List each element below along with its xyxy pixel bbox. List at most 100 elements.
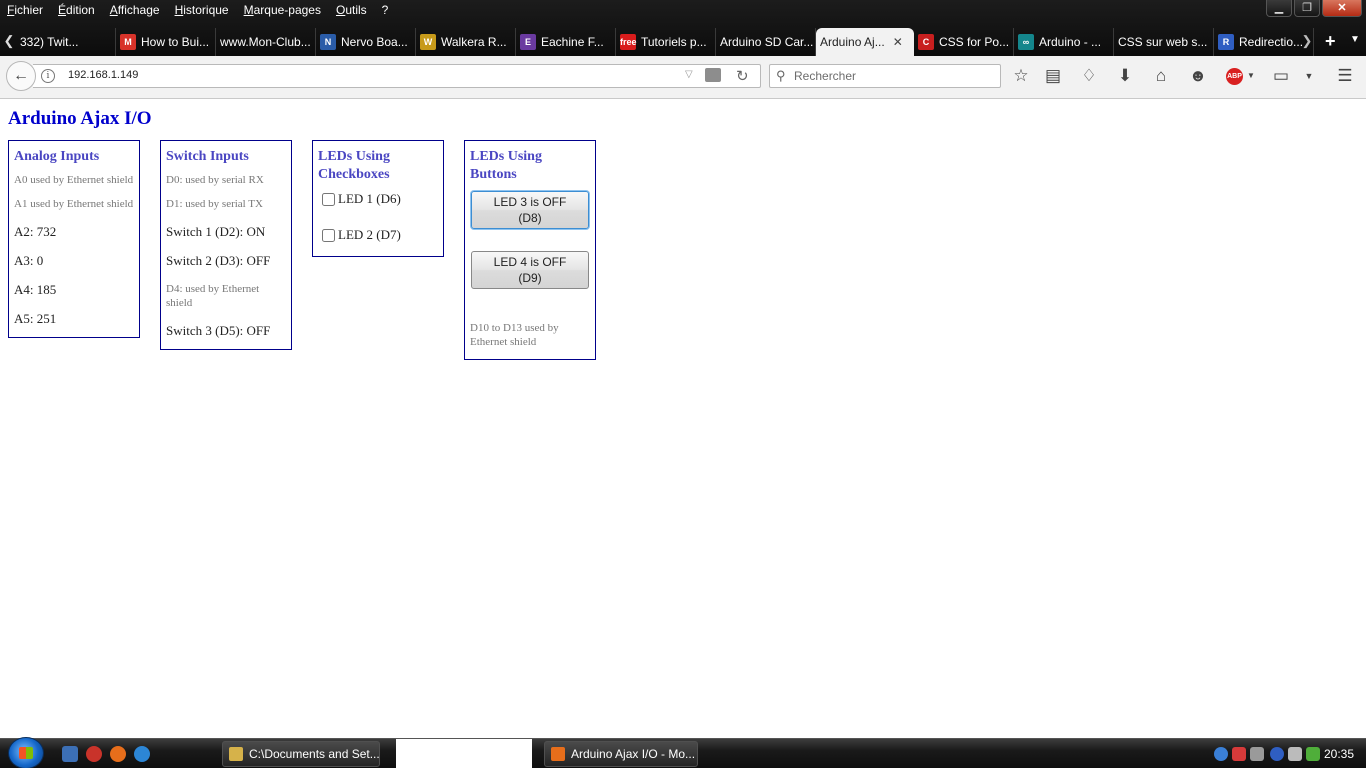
tab-favicon-icon: ∞ (1018, 34, 1034, 50)
tab-label: Walkera R... (441, 35, 507, 49)
search-placeholder: Rechercher (794, 69, 857, 83)
led3-button-label: LED 3 is OFF (493, 195, 567, 209)
taskbar-item-firefox[interactable]: Arduino Ajax I/O - Mo... (544, 741, 698, 767)
tab-6[interactable]: free Tutoriels p... (616, 28, 716, 56)
bluetooth-icon[interactable] (1270, 747, 1284, 761)
menu-affichage[interactable]: Affichage (103, 0, 168, 22)
led3-button-pin: (D8) (518, 211, 542, 225)
close-window-button[interactable]: ✕ (1322, 0, 1362, 17)
tab-7[interactable]: Arduino SD Car... (716, 28, 816, 56)
switch-inputs-box: Switch Inputs D0: used by serial RX D1: … (160, 140, 292, 350)
tab-list-chevron-icon[interactable]: ▼ (1350, 34, 1360, 45)
url-bar[interactable]: i 192.168.1.149 ▽ ↻ (33, 64, 761, 88)
bookmarks-list-icon[interactable]: ▤ (1042, 66, 1064, 88)
tab-3[interactable]: N Nervo Boa... (316, 28, 416, 56)
tab-10[interactable]: ∞ Arduino - ... (1014, 28, 1114, 56)
volume-icon[interactable] (1288, 747, 1302, 761)
downloads-icon[interactable]: ⬇ (1114, 66, 1136, 88)
pocket-icon[interactable]: ♢ (1078, 66, 1100, 88)
search-field[interactable]: ⚲ Rechercher (769, 64, 1001, 88)
hamburger-menu-icon[interactable]: ☰ (1334, 66, 1356, 88)
back-button[interactable]: ← (6, 61, 36, 91)
led1-row[interactable]: LED 1 (D6) (322, 191, 438, 207)
tab-2[interactable]: www.Mon-Club... (216, 28, 316, 56)
bookmark-star-icon[interactable]: ☆ (1010, 66, 1032, 88)
page-title: Arduino Ajax I/O (8, 108, 152, 129)
led-button-box: LEDs Using Buttons LED 3 is OFF (D8) LED… (464, 140, 596, 360)
screen-menu-chevron-icon[interactable]: ▼ (1298, 66, 1320, 88)
switch3-state: Switch 3 (D5): OFF (166, 323, 271, 338)
tab-8[interactable]: Arduino Aj... ✕ (816, 28, 914, 56)
security-alert-icon[interactable] (1232, 747, 1246, 761)
led2-label: LED 2 (D7) (338, 227, 401, 242)
menu-outils[interactable]: Outils (329, 0, 375, 22)
site-info-icon[interactable]: i (41, 69, 55, 83)
show-desktop-icon[interactable] (62, 746, 78, 762)
tab-scroll-right-icon[interactable]: ❯ (1300, 33, 1314, 49)
tab-9[interactable]: C CSS for Po... (914, 28, 1014, 56)
led3-button[interactable]: LED 3 is OFF (D8) (471, 191, 589, 229)
network-globe-icon[interactable] (1214, 747, 1228, 761)
new-tab-icon[interactable]: + (1325, 31, 1336, 52)
home-icon[interactable]: ⌂ (1150, 66, 1172, 88)
a2-value: A2: 732 (14, 224, 57, 239)
start-button[interactable] (8, 737, 44, 768)
led1-label: LED 1 (D6) (338, 191, 401, 206)
media-player-icon[interactable] (86, 746, 102, 762)
page-content: Arduino Ajax I/O Analog Inputs A0 used b… (0, 100, 1366, 738)
menu-historique[interactable]: Historique (168, 0, 237, 22)
tab-label: www.Mon-Club... (220, 35, 311, 49)
taskbar-item-explorer[interactable]: C:\Documents and Set... (222, 741, 380, 767)
analog-inputs-box: Analog Inputs A0 used by Ethernet shield… (8, 140, 140, 338)
minimize-button[interactable]: ▁ (1266, 0, 1292, 17)
taskbar-item-firefox-label: Arduino Ajax I/O - Mo... (571, 747, 696, 761)
led-checkbox-box: LEDs Using Checkboxes LED 1 (D6) LED 2 (… (312, 140, 444, 257)
d1-note: D1: used by serial TX (166, 198, 263, 210)
tab-label: Redirectio... (1239, 35, 1304, 49)
tab-1[interactable]: M How to Bui... (116, 28, 216, 56)
tab-close-icon[interactable]: ✕ (893, 35, 903, 49)
window-controls: ▁ ❐ ✕ (1266, 0, 1362, 17)
menu-edition[interactable]: Édition (51, 0, 103, 22)
network-signal-icon[interactable] (1306, 747, 1320, 761)
led2-row[interactable]: LED 2 (D7) (322, 227, 438, 243)
tab-5[interactable]: E Eachine F... (516, 28, 616, 56)
tab-label: Arduino SD Car... (720, 35, 814, 49)
led4-button-label: LED 4 is OFF (493, 255, 567, 269)
internet-explorer-icon[interactable] (134, 746, 150, 762)
tab-favicon-icon: M (120, 34, 136, 50)
d10-d13-note: D10 to D13 used by Ethernet shield (470, 322, 559, 348)
firefox-quicklaunch-icon[interactable] (110, 746, 126, 762)
tab-strip: 332) Twit... M How to Bui... www.Mon-Club..… (16, 28, 1314, 56)
tab-label: Tutoriels p... (641, 35, 707, 49)
tab-favicon-icon: C (918, 34, 934, 50)
a4-value: A4: 185 (14, 282, 57, 297)
led4-button[interactable]: LED 4 is OFF (D9) (471, 251, 589, 289)
firefox-icon (551, 747, 565, 761)
led1-checkbox[interactable] (322, 192, 335, 206)
adblock-icon[interactable]: ABP (1226, 68, 1243, 85)
url-text[interactable]: 192.168.1.149 (68, 69, 138, 81)
hello-chat-icon[interactable]: ☻ (1187, 66, 1209, 88)
restore-button[interactable]: ❐ (1294, 0, 1320, 17)
screen-sharing-icon[interactable]: ▭ (1270, 66, 1292, 88)
menu-help[interactable]: ? (375, 0, 397, 22)
adblock-menu-chevron-icon[interactable]: ▼ (1247, 71, 1255, 80)
windows-logo-icon (19, 747, 33, 759)
tab-11[interactable]: CSS sur web s... (1114, 28, 1214, 56)
tab-4[interactable]: W Walkera R... (416, 28, 516, 56)
reader-view-icon[interactable] (705, 68, 721, 82)
menu-marque-pages[interactable]: Marque-pages (237, 0, 329, 22)
url-history-dropdown-icon[interactable]: ▽ (685, 69, 693, 80)
printer-icon[interactable] (1250, 747, 1264, 761)
tab-0[interactable]: 332) Twit... (16, 28, 116, 56)
switch-inputs-title: Switch Inputs (166, 149, 249, 164)
reload-icon[interactable]: ↻ (736, 67, 749, 85)
menu-fichier[interactable]: Fichier (0, 0, 51, 22)
tab-12[interactable]: R Redirectio... (1214, 28, 1314, 56)
tab-favicon-icon: E (520, 34, 536, 50)
led2-checkbox[interactable] (322, 228, 335, 242)
tab-label: CSS for Po... (939, 35, 1010, 49)
tab-scroll-left-icon[interactable]: ❮ (2, 33, 16, 49)
tab-label: How to Bui... (141, 35, 210, 49)
